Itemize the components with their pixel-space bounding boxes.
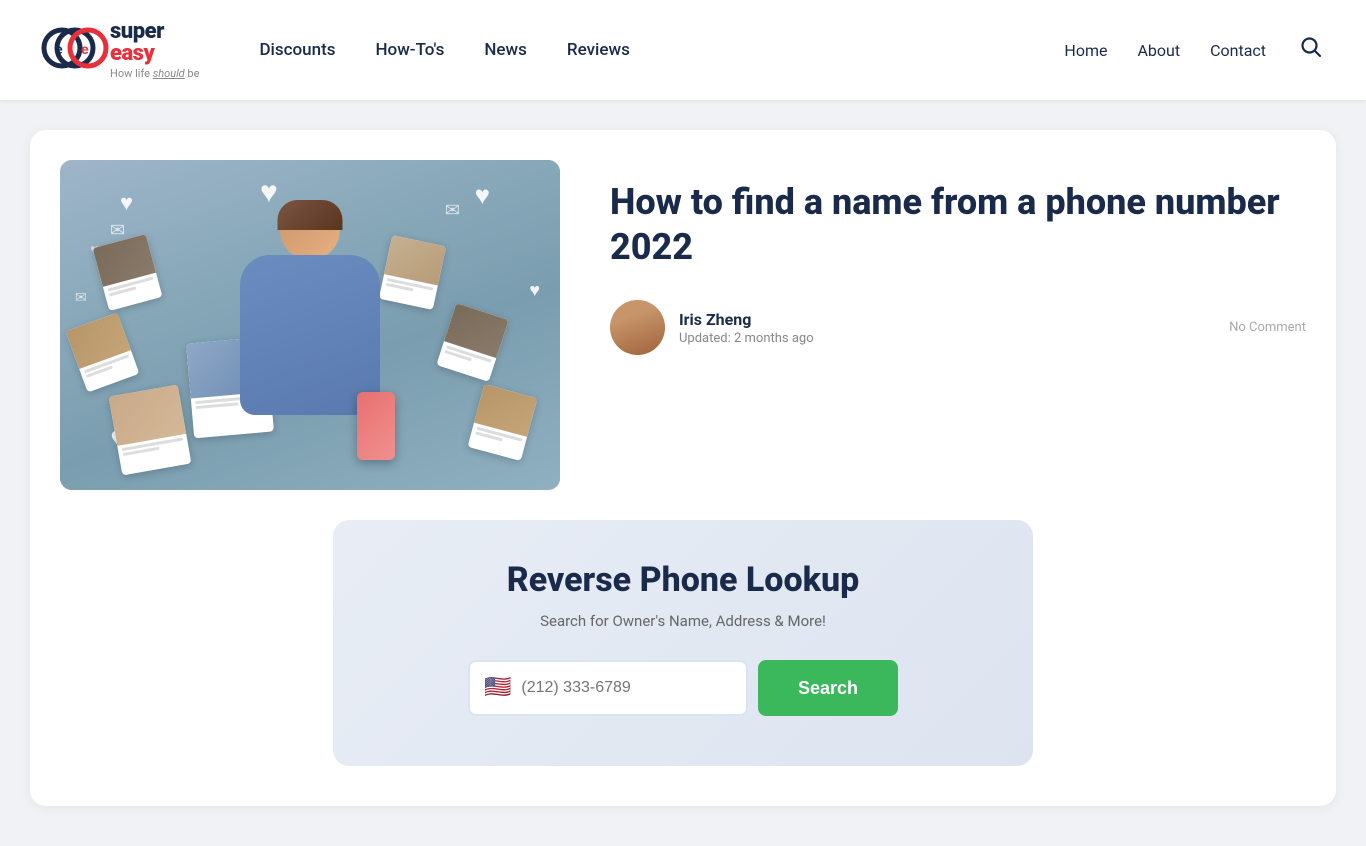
search-button[interactable]: Search [758, 660, 898, 716]
search-widget-subtitle: Search for Owner's Name, Address & More! [363, 612, 1003, 630]
author-updated: Updated: 2 months ago [679, 331, 1215, 346]
logo-icon: e e [40, 13, 110, 87]
no-comment-label: No Comment [1229, 320, 1306, 335]
svg-text:e: e [81, 41, 89, 57]
logo[interactable]: e e super easy How life should be [40, 13, 199, 87]
article-info: How to find a name from a phone number 2… [610, 160, 1306, 355]
author-name: Iris Zheng [679, 310, 1215, 329]
heart-icon: ♥ [529, 280, 540, 301]
logo-text: super easy How life should be [110, 21, 199, 80]
nav-news[interactable]: News [484, 40, 527, 60]
phone-input[interactable] [521, 679, 732, 697]
nav-howtos[interactable]: How-To's [375, 40, 444, 60]
email-icon: ✉ [75, 290, 87, 306]
nav-discounts[interactable]: Discounts [259, 40, 335, 60]
author-details: Iris Zheng Updated: 2 months ago [679, 310, 1215, 346]
search-widget-title: Reverse Phone Lookup [363, 560, 1003, 600]
logo-tagline: How life should be [110, 67, 199, 80]
woman-figure [220, 200, 400, 490]
page-content: ♥ ♥ ♥ ♥ ♥ ♥ ✉ ✉ ✉ ✉ ✉ [0, 100, 1366, 846]
main-nav: Discounts How-To's News Reviews [259, 40, 1064, 60]
author-avatar [610, 300, 665, 355]
flag-icon: 🇺🇸 [484, 677, 511, 699]
nav-reviews[interactable]: Reviews [567, 40, 630, 60]
search-widget: Reverse Phone Lookup Search for Owner's … [333, 520, 1033, 766]
heart-icon: ♥ [475, 180, 490, 211]
heart-icon: ♥ [120, 190, 133, 216]
nav-about[interactable]: About [1137, 41, 1180, 60]
article-card: ♥ ♥ ♥ ♥ ♥ ♥ ✉ ✉ ✉ ✉ ✉ [30, 130, 1336, 806]
site-header: e e super easy How life should be Discou… [0, 0, 1366, 100]
nav-contact[interactable]: Contact [1210, 41, 1266, 60]
svg-text:e: e [55, 41, 63, 57]
hero-image: ♥ ♥ ♥ ♥ ♥ ♥ ✉ ✉ ✉ ✉ ✉ [60, 160, 560, 490]
phone-input-wrapper: 🇺🇸 [468, 660, 748, 716]
nav-home[interactable]: Home [1064, 41, 1107, 60]
photo-card [109, 385, 192, 476]
search-input-row: 🇺🇸 Search [363, 660, 1003, 716]
author-row: Iris Zheng Updated: 2 months ago No Comm… [610, 300, 1306, 355]
search-icon [1300, 36, 1322, 58]
article-title: How to find a name from a phone number 2… [610, 180, 1306, 270]
email-icon: ✉ [110, 220, 125, 241]
right-nav: Home About Contact [1064, 32, 1326, 68]
article-top: ♥ ♥ ♥ ♥ ♥ ♥ ✉ ✉ ✉ ✉ ✉ [60, 160, 1306, 490]
search-icon-button[interactable] [1296, 32, 1326, 68]
email-icon: ✉ [445, 200, 460, 221]
